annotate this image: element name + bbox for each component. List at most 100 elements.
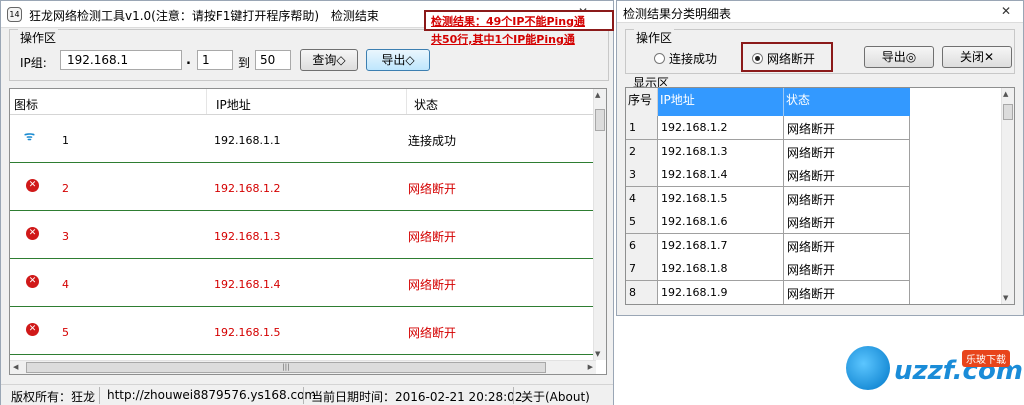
table-row[interactable]: 6 192.168.1.7 网络断开	[626, 233, 1002, 258]
cell-seq: 1	[626, 116, 658, 140]
col-header-seq[interactable]: 序号	[626, 88, 658, 116]
status-copyright: 版权所有：狂龙	[11, 390, 96, 404]
window-title-status: 检测结束	[330, 9, 379, 23]
row-number: 2	[62, 182, 69, 195]
row-status: 网络断开	[408, 278, 457, 292]
row-ip: 192.168.1.2	[214, 182, 281, 195]
main-window: 14 狂龙网络检测工具v1.0(注意：请按F1键打开程序帮助) 检测结束 — ✕…	[0, 0, 614, 405]
result-summary-line2: 共50行,其中1个IP能Ping通	[431, 33, 575, 46]
scroll-left-icon[interactable]: ◀	[13, 363, 18, 371]
detail-table-rows: 1 192.168.1.2 网络断开 2 192.168.1.3 网络断开 3 …	[626, 116, 1002, 304]
table-row[interactable]: 5 192.168.1.6 网络断开	[626, 210, 1002, 234]
detail-export-button[interactable]: 导出◎	[864, 46, 934, 68]
row-status: 连接成功	[408, 134, 457, 148]
table-row[interactable]: 1 192.168.1.2 网络断开	[626, 116, 1002, 140]
cell-seq: 6	[626, 233, 658, 258]
detail-vertical-scrollbar[interactable]: ▲ ▼	[1001, 88, 1014, 304]
radio-icon	[654, 53, 665, 64]
radio-success-label: 连接成功	[669, 52, 718, 66]
detail-window: 检测结果分类明细表 ✕ 操作区 连接成功 网络断开 导出◎ 关闭✕ 显示区 序号…	[616, 0, 1024, 316]
list-row[interactable]: ✕ 2 192.168.1.2 网络断开	[10, 163, 594, 211]
scroll-right-icon[interactable]: ▶	[588, 363, 593, 371]
scroll-down-icon[interactable]: ▼	[595, 350, 600, 358]
error-icon: ✕	[24, 225, 40, 241]
detail-table-header: 序号 IP地址 状态	[626, 88, 1002, 116]
col-header-status[interactable]: 状态	[414, 96, 438, 113]
cell-seq: 3	[626, 163, 658, 187]
row-ip: 192.168.1.5	[214, 326, 281, 339]
cell-status: 网络断开	[784, 163, 910, 187]
list-horizontal-scrollbar[interactable]: ◀ ||| ▶	[10, 360, 596, 374]
row-status: 网络断开	[408, 326, 457, 340]
col-header-ip[interactable]: IP地址	[658, 88, 784, 116]
status-about-link[interactable]: 关于(About)	[521, 388, 590, 405]
col-divider	[206, 89, 207, 114]
row-status: 网络断开	[408, 182, 457, 196]
list-row[interactable]: ✕ 3 192.168.1.3 网络断开	[10, 211, 594, 259]
ip-prefix-input[interactable]: 192.168.1	[60, 50, 182, 70]
watermark-logo-icon	[846, 346, 890, 390]
radio-success[interactable]: 连接成功	[654, 50, 717, 67]
close-icon[interactable]: ✕	[997, 4, 1015, 20]
cell-status: 网络断开	[784, 210, 910, 234]
query-button[interactable]: 查询◇	[300, 49, 358, 71]
export-button[interactable]: 导出◇	[366, 49, 430, 71]
cell-ip: 192.168.1.8	[658, 257, 784, 281]
status-url-link[interactable]: http://zhouwei8879576.ys168.com	[107, 388, 316, 402]
error-icon: ✕	[24, 273, 40, 289]
detail-close-button[interactable]: 关闭✕	[942, 46, 1012, 68]
list-row[interactable]: ᯤ 1 192.168.1.1 连接成功	[10, 115, 594, 163]
watermark-tag: 乐玻下载	[962, 350, 1010, 367]
status-divider	[99, 387, 100, 404]
result-summary-line1: 检测结果：49个IP不能Ping通	[431, 15, 585, 28]
table-row[interactable]: 4 192.168.1.5 网络断开	[626, 186, 1002, 211]
cell-status: 网络断开	[784, 280, 910, 304]
status-divider	[513, 387, 514, 404]
list-header: 图标 IP地址 状态	[10, 89, 596, 115]
ip-dot-separator: .	[186, 53, 191, 68]
scroll-up-icon[interactable]: ▲	[1003, 90, 1008, 98]
ip-group-label: IP组:	[20, 56, 47, 70]
cell-status: 网络断开	[784, 116, 910, 140]
scroll-thumb[interactable]	[595, 109, 605, 131]
col-header-status[interactable]: 状态	[784, 88, 910, 116]
table-row[interactable]: 8 192.168.1.9 网络断开	[626, 280, 1002, 304]
scroll-thumb[interactable]	[1003, 104, 1013, 120]
cell-status: 网络断开	[784, 186, 910, 211]
row-ip: 192.168.1.1	[214, 134, 281, 147]
list-vertical-scrollbar[interactable]: ▲ ▼	[593, 89, 606, 360]
table-row[interactable]: 3 192.168.1.4 网络断开	[626, 163, 1002, 187]
cell-status: 网络断开	[784, 257, 910, 281]
col-header-icon[interactable]: 图标	[14, 96, 38, 113]
detail-ops-label: 操作区	[634, 29, 675, 46]
ip-end-input[interactable]: 50	[255, 50, 291, 70]
cell-seq: 8	[626, 280, 658, 304]
error-icon: ✕	[24, 177, 40, 193]
ip-list-view: 图标 IP地址 状态 ᯤ 1 192.168.1.1 连接成功 ✕ 2 192.…	[9, 88, 607, 375]
cell-ip: 192.168.1.7	[658, 233, 784, 258]
radio-disconnected[interactable]: 网络断开	[752, 50, 815, 67]
ip-start-input[interactable]: 1	[197, 50, 233, 70]
col-header-ip[interactable]: IP地址	[216, 96, 251, 113]
window-title: 狂龙网络检测工具v1.0(注意：请按F1键打开程序帮助) 检测结束	[29, 7, 379, 24]
cell-ip: 192.168.1.4	[658, 163, 784, 187]
cell-status: 网络断开	[784, 139, 910, 164]
scroll-down-icon[interactable]: ▼	[1003, 294, 1008, 302]
radio-disconnected-label: 网络断开	[767, 52, 816, 66]
row-number: 4	[62, 278, 69, 291]
cell-seq: 2	[626, 139, 658, 164]
cell-ip: 192.168.1.5	[658, 186, 784, 211]
site-watermark: uzzf.com 乐玻下载	[846, 344, 1023, 394]
scroll-up-icon[interactable]: ▲	[595, 91, 600, 99]
status-datetime: 当前日期时间：2016-02-21 20:28:02	[311, 390, 523, 404]
detail-window-title: 检测结果分类明细表	[623, 7, 732, 21]
scroll-thumb-horizontal[interactable]: |||	[26, 362, 546, 373]
list-row[interactable]: ✕ 4 192.168.1.4 网络断开	[10, 259, 594, 307]
table-row[interactable]: 7 192.168.1.8 网络断开	[626, 257, 1002, 281]
row-number: 3	[62, 230, 69, 243]
list-row[interactable]: ✕ 5 192.168.1.5 网络断开	[10, 307, 594, 355]
list-rows: ᯤ 1 192.168.1.1 连接成功 ✕ 2 192.168.1.2 网络断…	[10, 115, 594, 360]
error-icon: ✕	[24, 321, 40, 337]
table-row[interactable]: 2 192.168.1.3 网络断开	[626, 139, 1002, 164]
row-status: 网络断开	[408, 230, 457, 244]
